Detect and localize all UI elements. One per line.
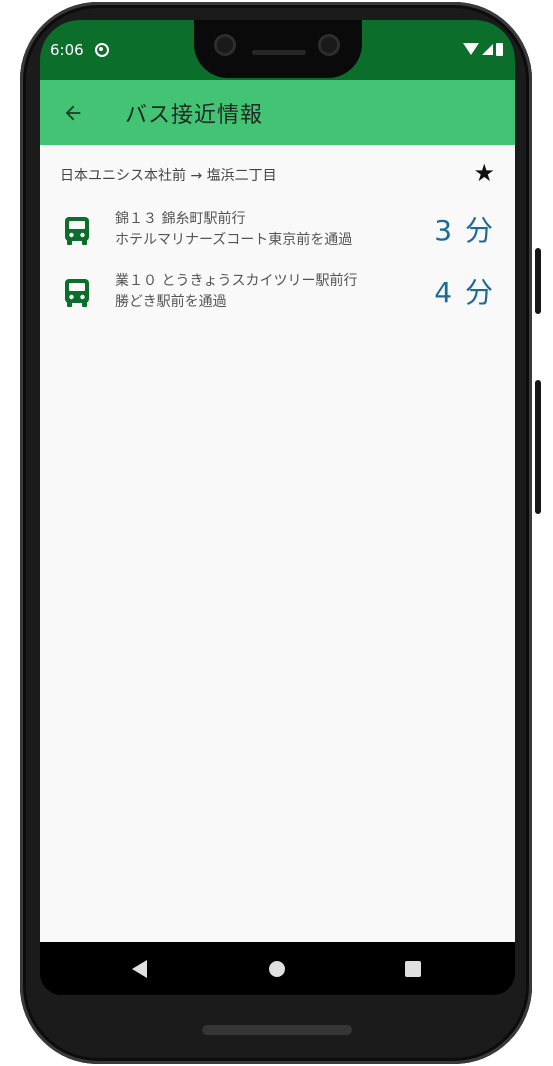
camera-notch — [194, 20, 362, 78]
status-time: 6:06 — [50, 41, 84, 59]
dnd-icon — [95, 43, 109, 57]
bus-route-name: 錦１３ 錦糸町駅前行 — [115, 211, 246, 227]
arrival-minutes: 3 分 — [434, 214, 495, 247]
nav-back-icon[interactable] — [132, 960, 147, 978]
arrow-left-icon — [65, 105, 81, 121]
list-item[interactable]: 業１０ とうきょうスカイツリー駅前行 勝どき駅前を通過 4 分 — [40, 265, 515, 321]
bus-location: 勝どき駅前を通過 — [115, 294, 227, 310]
nav-recents-icon[interactable] — [405, 961, 421, 977]
nav-home-icon[interactable] — [269, 961, 285, 977]
front-camera-icon — [318, 34, 340, 56]
back-button[interactable] — [58, 98, 88, 128]
route-label: 日本ユニシス本社前 → 塩浜二丁目 — [60, 168, 277, 184]
star-icon[interactable]: ★ — [473, 159, 495, 187]
bus-location: ホテルマリナーズコート東京前を通過 — [115, 232, 353, 248]
screen: 6:06 バス接近情報 日本ユニシス本社前 → 塩浜二丁目 ★ 錦１３ 錦糸町駅… — [40, 20, 515, 995]
list-item[interactable]: 錦１３ 錦糸町駅前行 ホテルマリナーズコート東京前を通過 3 分 — [40, 203, 515, 259]
battery-icon — [496, 42, 503, 56]
volume-button — [535, 380, 541, 514]
power-button — [535, 248, 541, 314]
bus-icon — [65, 279, 89, 307]
bottom-speaker — [202, 1025, 352, 1035]
arrival-minutes: 4 分 — [434, 276, 495, 309]
wifi-icon — [463, 43, 479, 55]
bus-route-name: 業１０ とうきょうスカイツリー駅前行 — [115, 273, 358, 289]
navigation-bar — [40, 942, 515, 995]
front-camera-icon — [214, 34, 236, 56]
earpiece-speaker — [252, 50, 306, 55]
status-icons — [463, 40, 503, 58]
signal-icon — [482, 43, 493, 55]
bus-icon — [65, 217, 89, 245]
app-bar: バス接近情報 — [40, 80, 515, 145]
main-content: 日本ユニシス本社前 → 塩浜二丁目 ★ 錦１３ 錦糸町駅前行 ホテルマリナーズコ… — [40, 145, 515, 942]
page-title: バス接近情報 — [125, 103, 264, 128]
